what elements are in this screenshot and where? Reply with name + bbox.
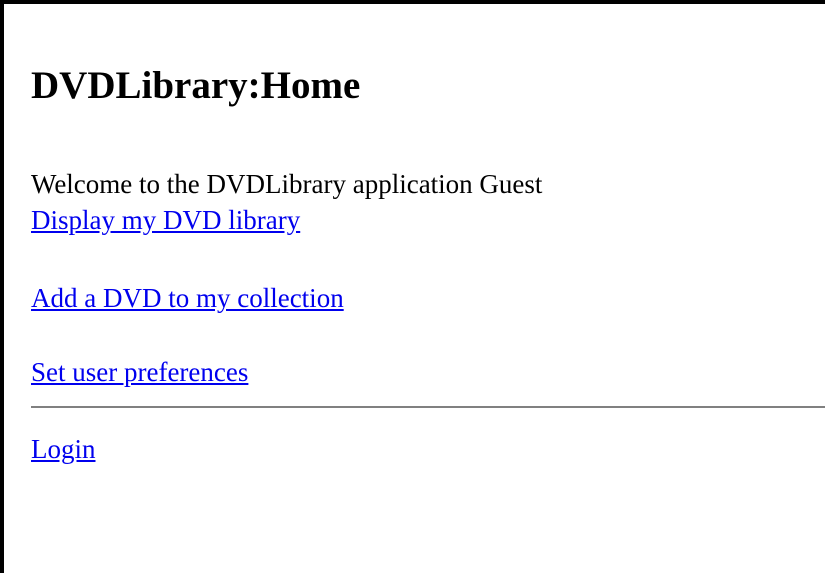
login-link[interactable]: Login — [31, 431, 96, 467]
add-dvd-link[interactable]: Add a DVD to my collection — [31, 280, 344, 316]
display-library-link[interactable]: Display my DVD library — [31, 202, 300, 238]
horizontal-divider — [31, 406, 825, 408]
user-preferences-link[interactable]: Set user preferences — [31, 354, 248, 390]
browser-viewport: DVDLibrary:Home Welcome to the DVDLibrar… — [0, 0, 825, 573]
welcome-message: Welcome to the DVDLibrary application Gu… — [31, 169, 543, 199]
page-title: DVDLibrary:Home — [31, 64, 361, 107]
